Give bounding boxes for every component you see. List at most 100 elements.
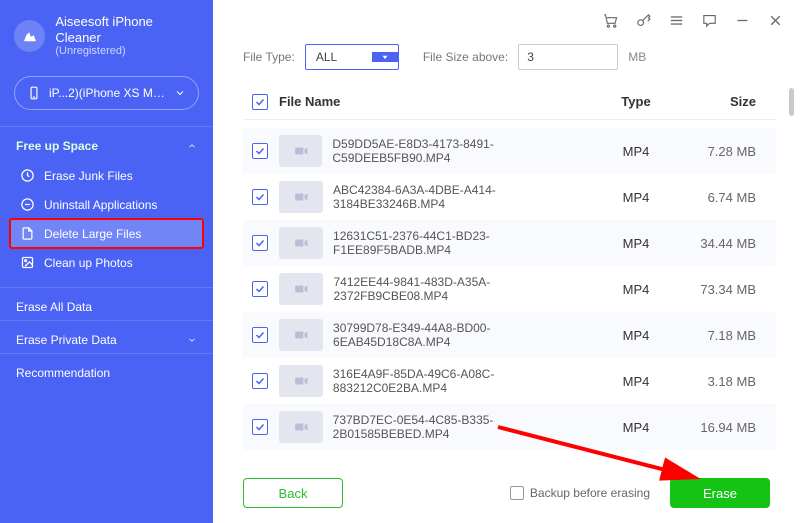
table-row[interactable]: 12631C51-2376-44C1-BD23-F1EE89F5BADB.MP4… xyxy=(243,220,776,266)
clock-icon xyxy=(18,168,36,183)
sidebar-item-label: Uninstall Applications xyxy=(44,198,157,212)
file-type: MP4 xyxy=(596,282,676,297)
sidebar-item-erase-junk[interactable]: Erase Junk Files xyxy=(10,161,203,190)
file-type: MP4 xyxy=(596,374,676,389)
nav-head-free-up[interactable]: Free up Space xyxy=(0,127,213,159)
nav-head-erase-private[interactable]: Erase Private Data xyxy=(0,321,213,353)
video-thumb-icon xyxy=(279,135,322,167)
erase-button[interactable]: Erase xyxy=(670,478,770,508)
image-icon xyxy=(18,255,36,270)
file-size: 3.18 MB xyxy=(676,374,776,389)
video-thumb-icon xyxy=(279,227,323,259)
video-thumb-icon xyxy=(279,319,323,351)
phone-icon xyxy=(27,86,41,100)
titlebar xyxy=(213,0,800,40)
nav-head-recommendation[interactable]: Recommendation xyxy=(0,354,213,386)
brand-title: Aiseesoft iPhone Cleaner xyxy=(55,14,199,45)
table-body: D59DD5AE-E8D3-4173-8491-C59DEEB5FB90.MP4… xyxy=(243,120,776,463)
device-selector[interactable]: iP...2)(iPhone XS Max) xyxy=(14,76,199,110)
select-all-checkbox[interactable] xyxy=(252,94,268,110)
backup-checkbox[interactable]: Backup before erasing xyxy=(510,486,650,500)
table-row[interactable]: ABC42384-6A3A-4DBE-A414-3184BE33246B.MP4… xyxy=(243,174,776,220)
video-thumb-icon xyxy=(279,411,323,443)
backup-label: Backup before erasing xyxy=(530,486,650,500)
col-header-size: Size xyxy=(676,94,776,109)
col-header-name: File Name xyxy=(277,94,596,109)
chevron-down-icon xyxy=(187,335,197,345)
nav-section-recommendation: Recommendation xyxy=(0,353,213,386)
dropdown-arrow-icon xyxy=(372,52,398,62)
table-row[interactable]: D59DD5AE-E8D3-4173-8491-C59DEEB5FB90.MP4… xyxy=(243,128,776,174)
cart-icon[interactable] xyxy=(602,12,619,29)
video-thumb-icon xyxy=(279,181,323,213)
row-checkbox[interactable] xyxy=(252,281,268,297)
chevron-up-icon xyxy=(187,141,197,151)
nav-head-label: Free up Space xyxy=(16,139,98,153)
brand: Aiseesoft iPhone Cleaner (Unregistered) xyxy=(0,10,213,72)
brand-logo-icon xyxy=(14,20,45,52)
back-button[interactable]: Back xyxy=(243,478,343,508)
nav-section-erase-private: Erase Private Data xyxy=(0,320,213,353)
table-row[interactable]: 7412EE44-9841-483D-A35A-2372FB9CBE08.MP4… xyxy=(243,266,776,312)
file-type: MP4 xyxy=(596,420,676,435)
file-type-select[interactable]: ALL xyxy=(305,44,399,70)
file-type: MP4 xyxy=(596,328,676,343)
file-name: 12631C51-2376-44C1-BD23-F1EE89F5BADB.MP4 xyxy=(333,229,596,257)
row-checkbox[interactable] xyxy=(252,235,268,251)
file-type: MP4 xyxy=(596,190,676,205)
file-name: 30799D78-E349-44A8-BD00-6EAB45D18C8A.MP4 xyxy=(333,321,596,349)
video-thumb-icon xyxy=(279,273,323,305)
file-size: 6.74 MB xyxy=(676,190,776,205)
file-size: 73.34 MB xyxy=(676,282,776,297)
brand-subtitle: (Unregistered) xyxy=(55,45,199,58)
minimize-icon[interactable] xyxy=(734,12,751,29)
sidebar-item-delete-large[interactable]: Delete Large Files xyxy=(10,219,203,248)
nav-head-erase-all[interactable]: Erase All Data xyxy=(0,288,213,320)
sidebar-item-uninstall[interactable]: Uninstall Applications xyxy=(10,190,203,219)
uninstall-icon xyxy=(18,197,36,212)
row-checkbox[interactable] xyxy=(252,189,268,205)
main-panel: File Type: ALL File Size above: MB File … xyxy=(213,0,800,523)
scrollbar-thumb[interactable] xyxy=(789,88,794,116)
file-type: MP4 xyxy=(596,236,676,251)
key-icon[interactable] xyxy=(635,12,652,29)
feedback-icon[interactable] xyxy=(701,12,718,29)
footer: Back Backup before erasing Erase xyxy=(213,463,800,523)
file-name: 7412EE44-9841-483D-A35A-2372FB9CBE08.MP4 xyxy=(333,275,596,303)
nav-list: Erase Junk Files Uninstall Applications … xyxy=(0,159,213,287)
table-header: File Name Type Size xyxy=(243,84,776,120)
file-size-input[interactable] xyxy=(518,44,618,70)
sidebar-item-label: Delete Large Files xyxy=(44,227,141,241)
row-checkbox[interactable] xyxy=(252,327,268,343)
video-thumb-icon xyxy=(279,365,323,397)
sidebar-item-clean-photos[interactable]: Clean up Photos xyxy=(10,248,203,277)
file-size: 7.18 MB xyxy=(676,328,776,343)
menu-icon[interactable] xyxy=(668,12,685,29)
device-label: iP...2)(iPhone XS Max) xyxy=(49,86,166,100)
file-name: D59DD5AE-E8D3-4173-8491-C59DEEB5FB90.MP4 xyxy=(332,137,596,165)
file-name: ABC42384-6A3A-4DBE-A414-3184BE33246B.MP4 xyxy=(333,183,596,211)
table-row[interactable]: 316E4A9F-85DA-49C6-A08C-883212C0E2BA.MP4… xyxy=(243,358,776,404)
file-type-value: ALL xyxy=(306,45,372,69)
col-header-type: Type xyxy=(596,94,676,109)
nav-section-free-up: Free up Space Erase Junk Files Uninstall… xyxy=(0,126,213,287)
row-checkbox[interactable] xyxy=(252,373,268,389)
file-table: File Name Type Size D59DD5AE-E8D3-4173-8… xyxy=(213,84,800,463)
file-name: 737BD7EC-0E54-4C85-B335-2B01585BEBED.MP4 xyxy=(333,413,596,441)
row-checkbox[interactable] xyxy=(252,419,268,435)
nav-head-label: Erase Private Data xyxy=(16,333,117,347)
sidebar-item-label: Erase Junk Files xyxy=(44,169,133,183)
nav-section-erase-all: Erase All Data xyxy=(0,287,213,320)
close-icon[interactable] xyxy=(767,12,784,29)
file-icon xyxy=(18,226,36,241)
file-size: 34.44 MB xyxy=(676,236,776,251)
chevron-down-icon xyxy=(174,87,186,99)
sidebar-item-label: Clean up Photos xyxy=(44,256,133,270)
file-size: 7.28 MB xyxy=(676,144,776,159)
sidebar: Aiseesoft iPhone Cleaner (Unregistered) … xyxy=(0,0,213,523)
file-size: 16.94 MB xyxy=(676,420,776,435)
file-type: MP4 xyxy=(596,144,676,159)
table-row[interactable]: 30799D78-E349-44A8-BD00-6EAB45D18C8A.MP4… xyxy=(243,312,776,358)
table-row[interactable]: 737BD7EC-0E54-4C85-B335-2B01585BEBED.MP4… xyxy=(243,404,776,450)
row-checkbox[interactable] xyxy=(252,143,268,159)
